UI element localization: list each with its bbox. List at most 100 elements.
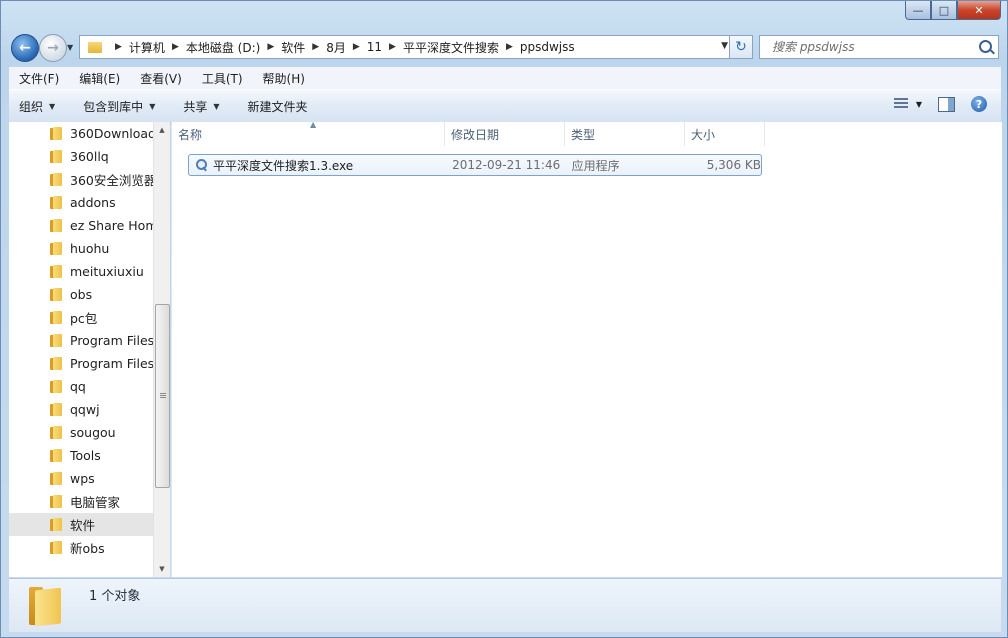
breadcrumb-arrow-icon[interactable]: ▶: [499, 42, 520, 52]
tree-item[interactable]: 360安全浏览器: [9, 168, 153, 191]
tree-item[interactable]: 360Downloads: [9, 122, 153, 145]
breadcrumb-item[interactable]: 8月: [326, 39, 346, 56]
menu-help[interactable]: 帮助(H): [253, 70, 315, 87]
tree-item-label: ez Share Home: [70, 218, 153, 233]
folder-icon: [50, 449, 63, 462]
tree-item-label: pc包: [70, 311, 98, 326]
scroll-down-icon[interactable]: ▼: [154, 561, 170, 577]
tree-item[interactable]: qqwj: [9, 398, 153, 421]
tree-item-label: obs: [70, 287, 93, 302]
breadcrumb-arrow-icon[interactable]: ▶: [108, 42, 129, 52]
folder-icon: [50, 196, 63, 209]
navigation-pane: 360Downloads 360llq 360安全浏览器 addons ez S…: [9, 122, 153, 577]
breadcrumb-item[interactable]: 11: [367, 40, 382, 54]
breadcrumb-arrow-icon[interactable]: ▶: [382, 42, 403, 52]
maximize-button[interactable]: □: [931, 1, 957, 20]
tree-item-label: 360安全浏览器: [70, 173, 153, 188]
menu-view[interactable]: 查看(V): [130, 70, 192, 87]
scroll-up-icon[interactable]: ▲: [154, 122, 170, 138]
tree-item[interactable]: ez Share Home: [9, 214, 153, 237]
breadcrumb-arrow-icon[interactable]: ▶: [346, 42, 367, 52]
include-in-library-label: 包含到库中: [83, 99, 144, 114]
tree-item[interactable]: 新obs: [9, 536, 153, 559]
tree-item[interactable]: qq: [9, 375, 153, 398]
chevron-down-icon: ▼: [213, 101, 220, 111]
organize-label: 组织: [19, 99, 44, 114]
share-label: 共享: [183, 99, 208, 114]
folder-icon: [50, 357, 63, 370]
column-header-size[interactable]: 大小: [685, 122, 765, 146]
tree-item[interactable]: wps: [9, 467, 153, 490]
address-dropdown-icon[interactable]: ▼: [721, 41, 728, 51]
breadcrumb-item[interactable]: 软件: [281, 39, 305, 56]
search-box[interactable]: [759, 35, 999, 59]
file-row[interactable]: 平平深度文件搜索1.3.exe 2012-09-21 11:46 应用程序 5,…: [188, 154, 762, 176]
column-header-label: 修改日期: [451, 127, 500, 142]
tree-item-label: 360Downloads: [70, 126, 153, 141]
tree-item[interactable]: Tools: [9, 444, 153, 467]
folder-icon: [50, 472, 63, 485]
share-button[interactable]: 共享 ▼: [173, 98, 229, 115]
tree-item[interactable]: Program Files: [9, 329, 153, 352]
search-app-icon: [195, 158, 207, 172]
tree-item-label: qq: [70, 379, 86, 394]
file-name-cell: 平平深度文件搜索1.3.exe: [189, 157, 452, 174]
tree-item[interactable]: addons: [9, 191, 153, 214]
breadcrumb-item[interactable]: 本地磁盘 (D:): [186, 39, 260, 56]
search-input[interactable]: [770, 39, 974, 55]
folder-icon: [50, 426, 63, 439]
breadcrumb-item[interactable]: 平平深度文件搜索: [403, 39, 499, 56]
breadcrumb-arrow-icon[interactable]: ▶: [305, 42, 326, 52]
breadcrumb-arrow-icon[interactable]: ▶: [260, 42, 281, 52]
tree-item-label: meituxiuxiu: [70, 264, 144, 279]
refresh-button[interactable]: ↻: [729, 35, 753, 59]
close-button[interactable]: ✕: [957, 1, 1001, 20]
preview-pane-icon[interactable]: [938, 96, 955, 112]
minimize-button[interactable]: —: [905, 1, 931, 20]
help-icon[interactable]: ?: [971, 96, 987, 112]
tree-item[interactable]: Program Files: [9, 352, 153, 375]
menu-file[interactable]: 文件(F): [9, 70, 69, 87]
column-header-name[interactable]: 名称 ▲: [172, 120, 445, 146]
tree-item[interactable]: obs: [9, 283, 153, 306]
tree-item[interactable]: 360llq: [9, 145, 153, 168]
view-list-icon: [893, 98, 908, 110]
folder-icon: [50, 127, 63, 140]
menu-edit[interactable]: 编辑(E): [69, 70, 130, 87]
tree-item[interactable]: 电脑管家: [9, 490, 153, 513]
command-bar-right: ▼ ?: [893, 96, 987, 112]
column-header-type[interactable]: 类型: [565, 122, 685, 146]
menu-tools[interactable]: 工具(T): [192, 70, 253, 87]
organize-button[interactable]: 组织 ▼: [9, 98, 65, 115]
address-bar[interactable]: ▶ 计算机 ▶ 本地磁盘 (D:) ▶ 软件 ▶ 8月 ▶ 11 ▶ 平平深度文…: [79, 35, 733, 59]
grip-icon: [160, 393, 166, 399]
tree-item-selected[interactable]: 软件: [9, 513, 153, 536]
breadcrumb-arrow-icon[interactable]: ▶: [165, 42, 186, 52]
file-name: 平平深度文件搜索1.3.exe: [213, 158, 354, 173]
folder-icon: [50, 403, 63, 416]
tree-item[interactable]: pc包: [9, 306, 153, 329]
breadcrumb-item[interactable]: ppsdwjss: [520, 40, 575, 54]
menu-bar: 文件(F) 编辑(E) 查看(V) 工具(T) 帮助(H): [9, 66, 1001, 89]
forward-button[interactable]: →: [39, 34, 67, 62]
new-folder-button[interactable]: 新建文件夹: [238, 98, 318, 115]
tree-item[interactable]: meituxiuxiu: [9, 260, 153, 283]
tree-item[interactable]: sougou: [9, 421, 153, 444]
chevron-down-icon: ▼: [49, 101, 56, 111]
breadcrumb-item[interactable]: 计算机: [129, 39, 165, 56]
tree-item-label: 软件: [70, 518, 96, 533]
navigation-pane-scrollbar[interactable]: ▲ ▼: [153, 122, 170, 577]
include-in-library-button[interactable]: 包含到库中 ▼: [73, 98, 165, 115]
scroll-thumb[interactable]: [155, 304, 170, 488]
file-date: 2012-09-21 11:46: [452, 158, 561, 172]
back-button[interactable]: ←: [11, 34, 39, 62]
column-headers: 名称 ▲ 修改日期 类型 大小: [172, 120, 1002, 146]
change-view-button[interactable]: ▼: [893, 98, 922, 110]
search-icon[interactable]: [979, 40, 992, 53]
column-header-date[interactable]: 修改日期: [445, 122, 565, 146]
tree-item-label: 新obs: [70, 541, 105, 556]
tree-item[interactable]: huohu: [9, 237, 153, 260]
item-count: 1 个对象: [89, 589, 141, 604]
recent-pages-dropdown[interactable]: ▼: [67, 40, 77, 54]
caption-buttons: — □ ✕: [905, 1, 1001, 20]
